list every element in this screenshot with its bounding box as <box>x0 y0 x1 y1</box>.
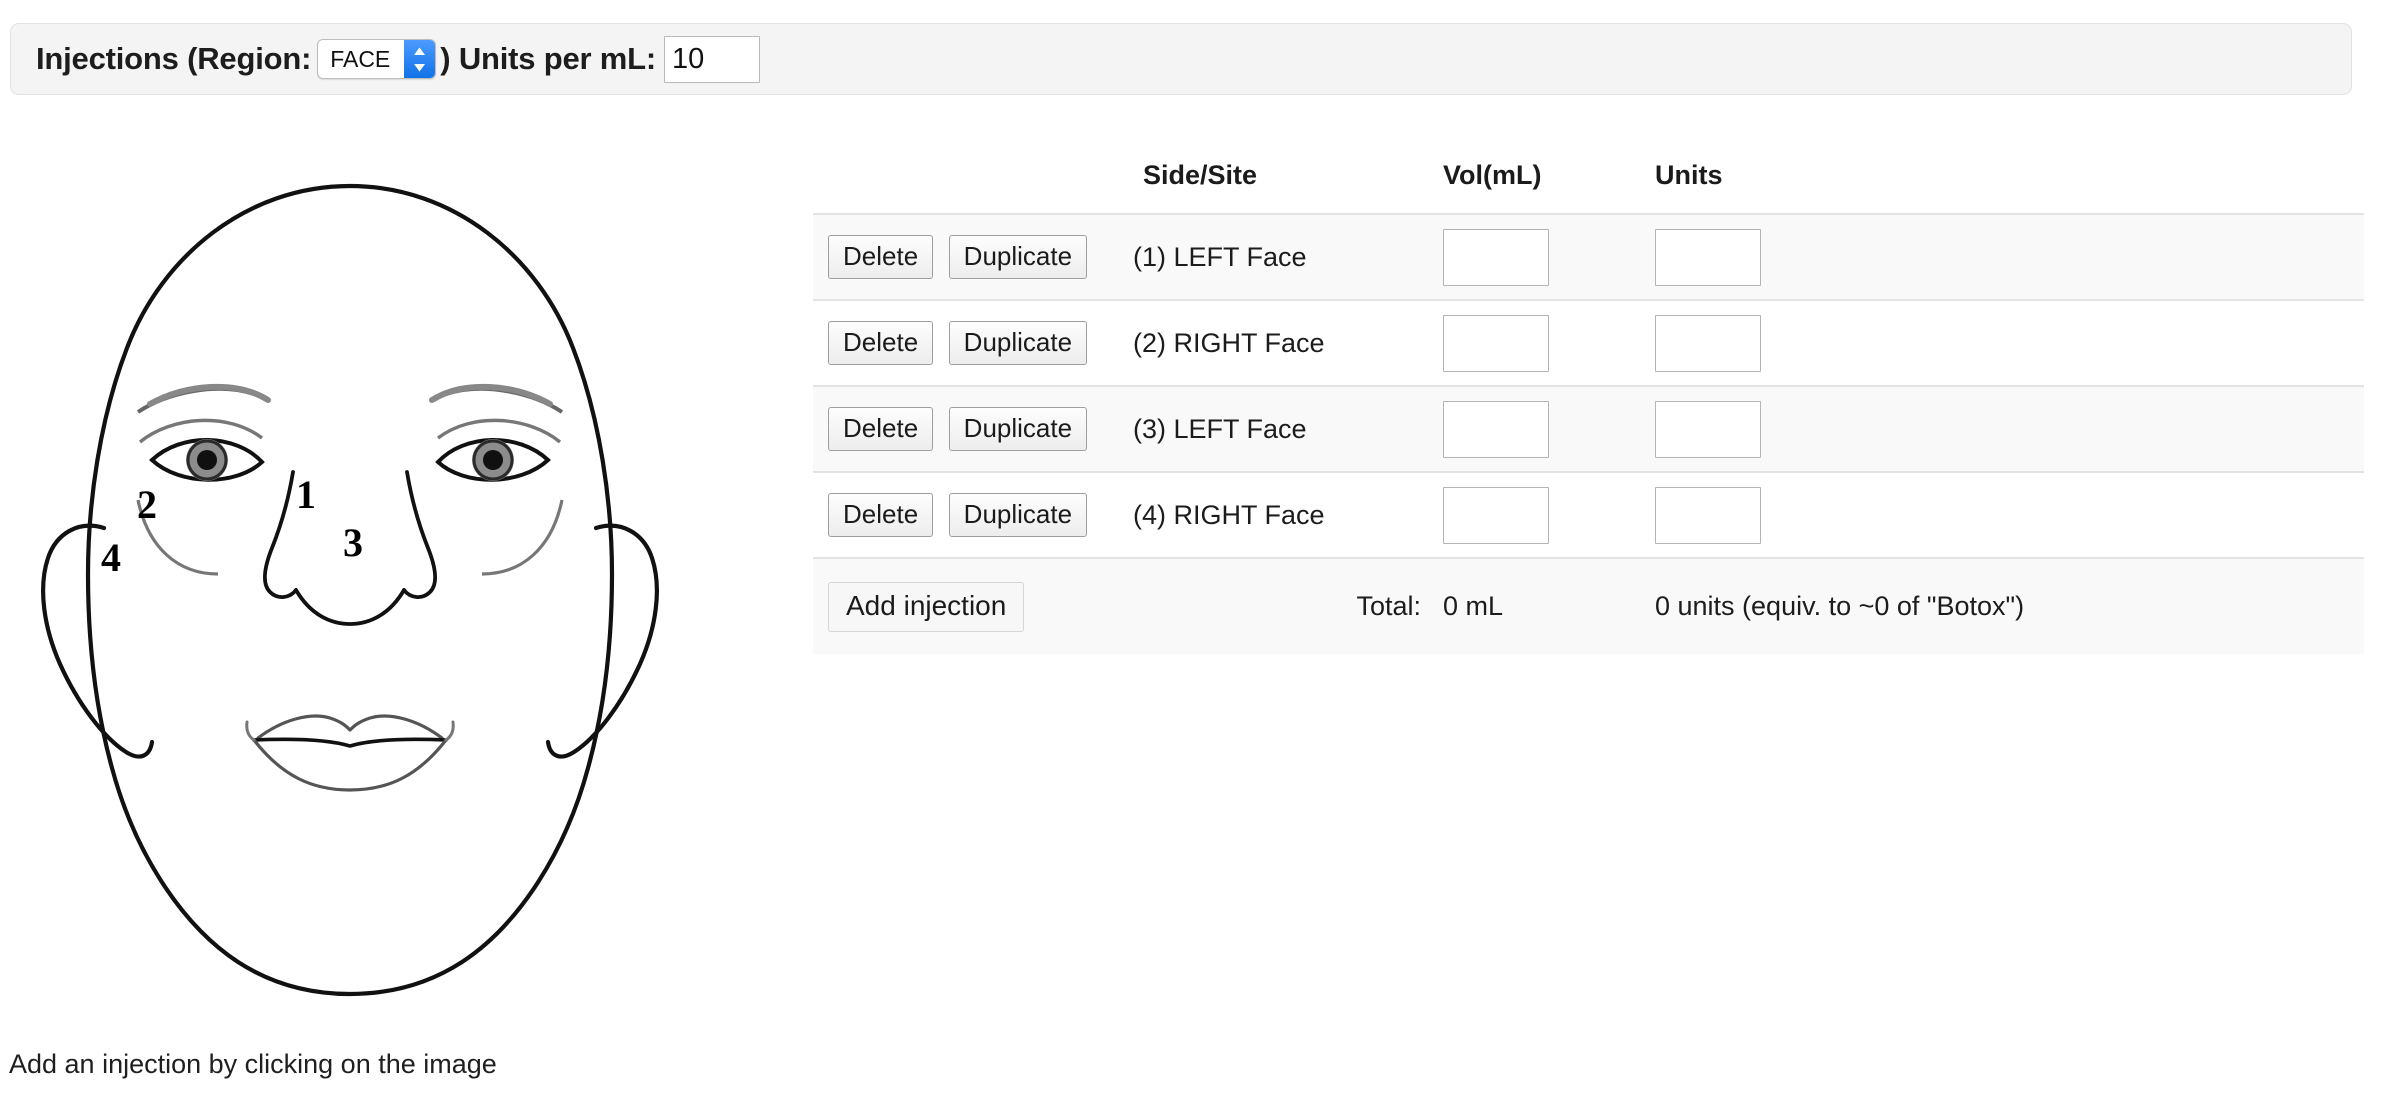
delete-button[interactable]: Delete <box>828 493 934 537</box>
injections-table-body: Delete Duplicate (1) LEFT Face Delete Du… <box>813 214 2364 654</box>
table-footer-row: Add injection Total: 0 mL 0 units (equiv… <box>813 558 2364 654</box>
table-row: Delete Duplicate (3) LEFT Face <box>813 386 2364 472</box>
units-input[interactable] <box>1655 486 1761 544</box>
delete-button[interactable]: Delete <box>828 407 934 451</box>
vol-input[interactable] <box>1443 228 1549 286</box>
column-header-spacer <box>2024 160 2364 214</box>
units-input[interactable] <box>1655 314 1761 372</box>
vol-cell <box>1443 214 1655 300</box>
total-label: Total: <box>1356 591 1421 621</box>
face-diagram-caption: Add an injection by clicking on the imag… <box>9 1049 497 1079</box>
total-volume-value: 0 mL <box>1443 591 1504 621</box>
table-row: Delete Duplicate (2) RIGHT Face <box>813 300 2364 386</box>
side-site-label: (3) LEFT Face <box>1133 413 1307 444</box>
side-site-label: (2) RIGHT Face <box>1133 327 1325 358</box>
chevron-updown-icon[interactable] <box>404 40 436 78</box>
injection-marker-2[interactable]: 2 <box>137 482 157 527</box>
eye-right-group <box>429 383 564 576</box>
vol-cell <box>1443 386 1655 472</box>
side-site-label: (4) RIGHT Face <box>1133 499 1325 530</box>
row-actions-cell: Delete Duplicate <box>813 300 1133 386</box>
injections-header-suffix-label: ) Units per mL: <box>440 41 657 76</box>
injection-marker-3[interactable]: 3 <box>343 520 363 565</box>
row-spacer-cell <box>2024 472 2364 558</box>
column-header-actions <box>813 160 1133 214</box>
injections-table-head: Side/Site Vol(mL) Units <box>813 160 2364 214</box>
vol-cell <box>1443 472 1655 558</box>
table-row: Delete Duplicate (1) LEFT Face <box>813 214 2364 300</box>
region-select-value: FACE <box>330 45 391 72</box>
table-header-row: Side/Site Vol(mL) Units <box>813 160 2364 214</box>
injections-header-panel: Injections (Region: FACE ) Units per mL: <box>10 23 2352 95</box>
units-input[interactable] <box>1655 400 1761 458</box>
duplicate-button[interactable]: Duplicate <box>948 235 1088 279</box>
footer-spacer-cell <box>2024 558 2364 654</box>
injection-marker-4[interactable]: 4 <box>101 535 121 580</box>
units-cell <box>1655 472 2024 558</box>
face-diagram[interactable]: 1 2 3 4 <box>0 150 700 1030</box>
units-cell <box>1655 214 2024 300</box>
eye-left-group <box>136 383 271 576</box>
column-header-vol: Vol(mL) <box>1443 160 1542 190</box>
vol-input[interactable] <box>1443 400 1549 458</box>
row-spacer-cell <box>2024 386 2364 472</box>
units-per-ml-input[interactable] <box>664 35 761 83</box>
total-units-value: 0 units (equiv. to ~0 of "Botox") <box>1655 591 2025 621</box>
row-actions-cell: Delete Duplicate <box>813 214 1133 300</box>
delete-button[interactable]: Delete <box>828 235 934 279</box>
units-input[interactable] <box>1655 228 1761 286</box>
duplicate-button[interactable]: Duplicate <box>948 407 1088 451</box>
column-header-units: Units <box>1655 160 1723 190</box>
add-injection-cell: Add injection <box>813 558 1133 654</box>
duplicate-button[interactable]: Duplicate <box>948 321 1088 365</box>
injections-header-prefix-label: Injections (Region: <box>36 41 312 76</box>
injections-table: Side/Site Vol(mL) Units Delete Duplicate… <box>813 160 2364 654</box>
row-spacer-cell <box>2024 214 2364 300</box>
row-actions-cell: Delete Duplicate <box>813 386 1133 472</box>
units-cell <box>1655 300 2024 386</box>
units-cell <box>1655 386 2024 472</box>
add-injection-button[interactable]: Add injection <box>828 581 1025 632</box>
vol-input[interactable] <box>1443 486 1549 544</box>
side-site-label: (1) LEFT Face <box>1133 241 1307 272</box>
region-select[interactable]: FACE <box>317 39 437 79</box>
duplicate-button[interactable]: Duplicate <box>948 493 1088 537</box>
injection-marker-1[interactable]: 1 <box>296 472 316 517</box>
vol-cell <box>1443 300 1655 386</box>
vol-input[interactable] <box>1443 314 1549 372</box>
column-header-side-site: Side/Site <box>1143 160 1258 190</box>
row-spacer-cell <box>2024 300 2364 386</box>
table-row: Delete Duplicate (4) RIGHT Face <box>813 472 2364 558</box>
row-actions-cell: Delete Duplicate <box>813 472 1133 558</box>
delete-button[interactable]: Delete <box>828 321 934 365</box>
face-diagram-svg[interactable]: 1 2 3 4 <box>0 150 700 1030</box>
